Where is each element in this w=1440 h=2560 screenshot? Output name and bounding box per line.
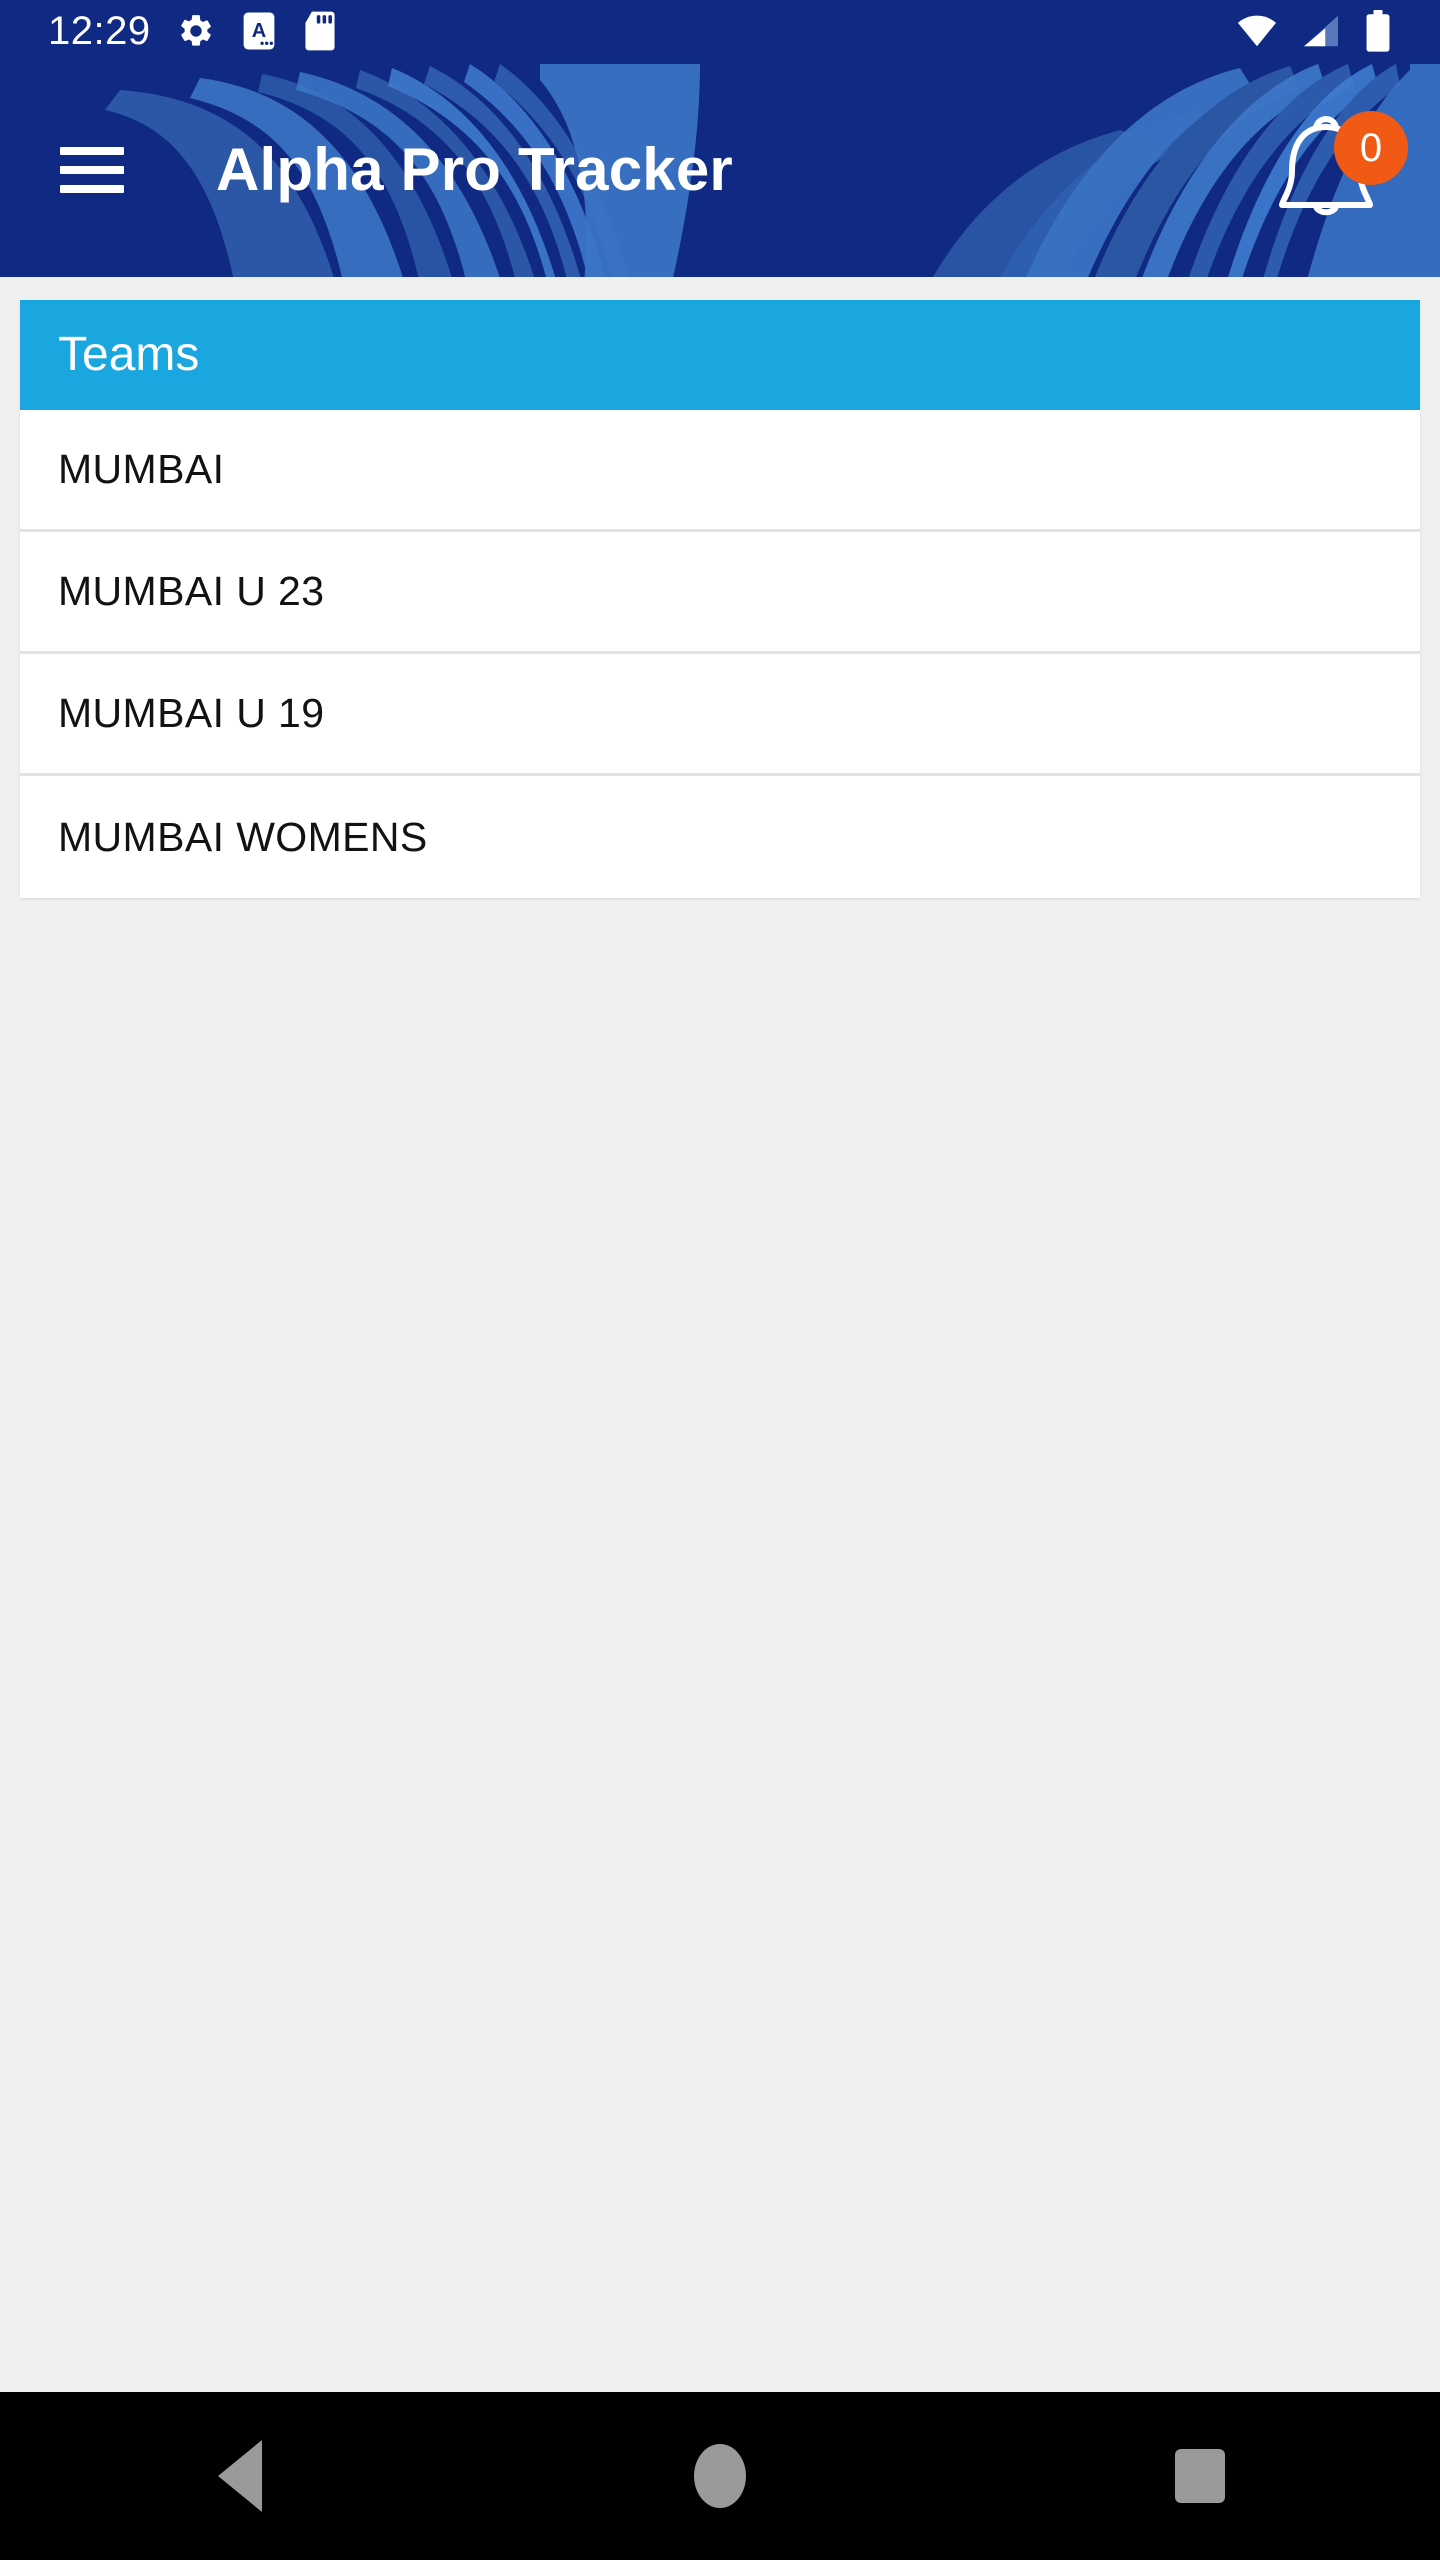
status-bar-right — [1236, 10, 1392, 52]
team-name-label: MUMBAI U 23 — [58, 568, 325, 614]
notification-bell-button[interactable]: 0 — [1256, 105, 1408, 235]
recents-button[interactable] — [1120, 2392, 1280, 2560]
page-title: Alpha Pro Tracker — [216, 136, 733, 203]
table-row[interactable]: MUMBAI U 19 — [20, 654, 1420, 776]
teams-header-label: Teams — [58, 328, 200, 381]
status-bar-left: 12:29 A — [48, 10, 337, 52]
home-button[interactable] — [640, 2392, 800, 2560]
table-row[interactable]: MUMBAI U 23 — [20, 532, 1420, 654]
status-bar-clock: 12:29 — [48, 9, 151, 53]
recents-square-icon — [1175, 2449, 1225, 2503]
teams-card: Teams MUMBAI MUMBAI U 23 MUMBAI U 19 MUM… — [20, 300, 1420, 898]
home-circle-icon — [694, 2444, 746, 2508]
hamburger-menu-icon[interactable] — [60, 146, 124, 193]
back-button[interactable] — [160, 2392, 320, 2560]
app-bar-content: Alpha Pro Tracker 0 — [0, 62, 1440, 277]
team-name-label: MUMBAI — [58, 446, 225, 492]
notification-count-badge: 0 — [1334, 110, 1408, 185]
cellular-signal-icon — [1304, 15, 1338, 47]
back-triangle-icon — [218, 2440, 262, 2512]
team-name-label: MUMBAI WOMENS — [58, 813, 428, 860]
table-row[interactable]: MUMBAI WOMENS — [20, 776, 1420, 898]
battery-icon — [1366, 10, 1390, 52]
keyboard-a-icon: A — [243, 12, 274, 50]
android-navigation-bar — [0, 2392, 1440, 2560]
teams-card-header: Teams — [20, 300, 1420, 410]
gear-icon — [180, 15, 211, 46]
table-row[interactable]: MUMBAI — [20, 410, 1420, 532]
wifi-icon — [1237, 15, 1277, 47]
team-name-label: MUMBAI U 19 — [58, 690, 325, 736]
sd-card-icon — [305, 11, 335, 51]
phone-screen: Alpha Pro Tracker 0 12:29 A Teams MUMBAI… — [0, 0, 1440, 2560]
status-bar: 12:29 A — [0, 0, 1440, 62]
svg-text:A: A — [251, 20, 265, 42]
